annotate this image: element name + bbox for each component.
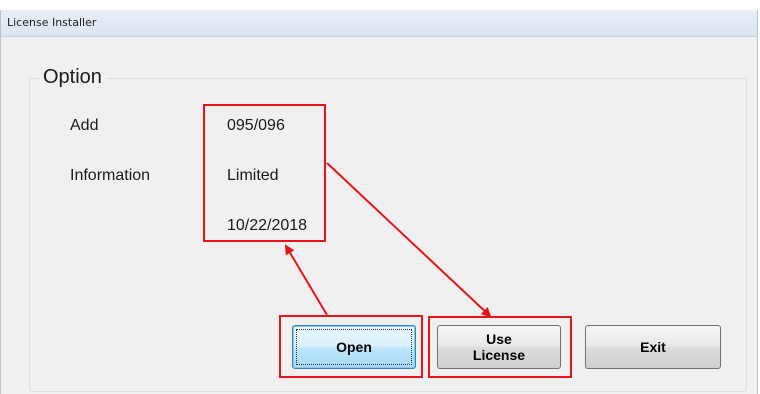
title-bar[interactable]: License Installer — [1, 10, 757, 37]
window-title: License Installer — [7, 16, 97, 29]
use-license-label-line1: Use — [486, 331, 512, 347]
open-button-label: Open — [336, 339, 372, 355]
information-value: Limited — [227, 167, 279, 184]
information-label: Information — [70, 167, 151, 184]
expiry-date-value: 10/22/2018 — [227, 217, 308, 234]
add-label: Add — [70, 117, 99, 134]
use-license-button[interactable]: Use License — [437, 325, 561, 369]
exit-button-label: Exit — [640, 339, 666, 355]
add-value: 095/096 — [227, 117, 285, 134]
exit-button[interactable]: Exit — [585, 325, 721, 369]
use-license-label-line2: License — [472, 347, 526, 363]
open-button[interactable]: Open — [292, 325, 416, 369]
option-group-title: Option — [39, 66, 106, 89]
